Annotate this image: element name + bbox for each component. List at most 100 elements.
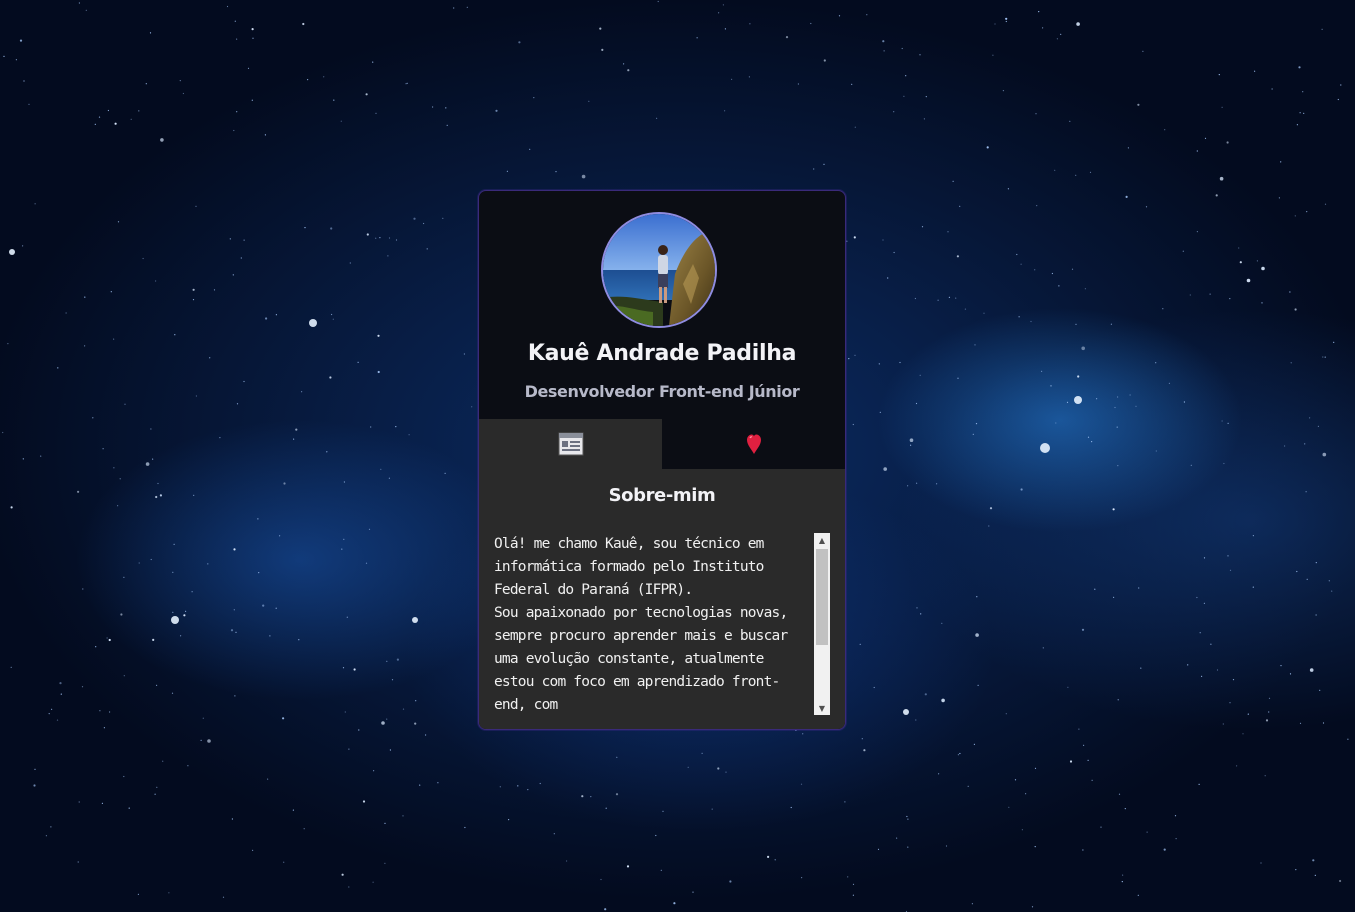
star	[1142, 50, 1144, 53]
star	[326, 451, 328, 453]
star	[252, 37, 254, 39]
about-text[interactable]: Olá! me chamo Kauê, sou técnico em infor…	[494, 533, 799, 711]
star	[207, 739, 211, 743]
star	[1020, 488, 1023, 491]
star	[283, 482, 286, 485]
star	[413, 217, 416, 220]
star	[28, 103, 30, 105]
star	[152, 638, 155, 642]
star	[292, 809, 294, 811]
star	[1289, 291, 1291, 293]
star	[15, 59, 17, 61]
star	[444, 472, 446, 474]
star	[179, 80, 181, 82]
tab-about[interactable]	[479, 419, 662, 469]
star	[113, 338, 115, 340]
star	[1034, 846, 1036, 848]
star	[1140, 667, 1142, 669]
about-scrollbar[interactable]: ▲ ▼	[814, 533, 830, 715]
tab-bar	[479, 419, 845, 469]
star	[275, 607, 277, 609]
star	[229, 238, 231, 240]
star	[899, 361, 901, 364]
star	[1280, 665, 1282, 667]
star	[1030, 320, 1032, 323]
star	[1007, 188, 1010, 190]
star	[883, 50, 885, 52]
star	[964, 308, 967, 310]
star	[1113, 596, 1115, 599]
star	[51, 708, 53, 710]
star	[896, 837, 898, 839]
star	[236, 111, 238, 113]
star	[936, 483, 938, 485]
star	[1252, 535, 1254, 537]
star	[844, 801, 846, 803]
star	[386, 718, 388, 720]
star	[906, 815, 908, 818]
star	[566, 860, 568, 862]
star	[40, 455, 42, 457]
star	[375, 237, 377, 239]
star	[162, 760, 164, 762]
star	[1018, 316, 1020, 318]
star	[1005, 713, 1007, 715]
star	[388, 477, 390, 479]
star	[341, 548, 343, 550]
star	[463, 353, 465, 355]
star	[717, 767, 720, 770]
star	[396, 658, 399, 661]
star	[1309, 417, 1311, 419]
star	[529, 148, 531, 150]
star	[952, 180, 954, 182]
star	[231, 818, 233, 820]
star	[1005, 20, 1007, 23]
star	[50, 826, 52, 828]
star	[1209, 293, 1211, 295]
star	[117, 505, 119, 507]
star	[368, 528, 371, 530]
star	[343, 538, 345, 540]
star	[279, 535, 281, 537]
about-paragraph-1: Olá! me chamo Kauê, sou técnico em infor…	[494, 536, 764, 598]
star	[1100, 826, 1102, 828]
star	[1284, 445, 1286, 447]
star	[1183, 401, 1185, 403]
star	[989, 507, 993, 510]
scroll-down-arrow-icon[interactable]: ▼	[814, 701, 830, 715]
star	[301, 391, 303, 393]
star	[379, 237, 381, 239]
star	[790, 806, 792, 809]
star	[1223, 462, 1225, 465]
scroll-up-arrow-icon[interactable]: ▲	[814, 533, 830, 547]
star	[724, 28, 727, 30]
star	[137, 893, 139, 896]
star	[948, 296, 951, 298]
star	[1081, 346, 1085, 351]
star	[1008, 806, 1010, 808]
star	[101, 802, 103, 805]
star	[1289, 673, 1292, 675]
star	[1295, 869, 1297, 871]
star	[590, 796, 592, 798]
star	[957, 377, 959, 379]
star	[975, 423, 978, 425]
star	[10, 506, 13, 509]
star	[103, 727, 105, 729]
star	[1204, 137, 1207, 139]
star	[627, 69, 630, 72]
star	[150, 558, 152, 561]
star	[994, 23, 996, 25]
star	[1089, 171, 1092, 173]
star	[1034, 767, 1037, 770]
scroll-thumb[interactable]	[816, 549, 828, 645]
star	[7, 343, 9, 345]
star	[724, 110, 726, 112]
star	[1020, 263, 1022, 265]
star	[471, 406, 473, 408]
star	[402, 815, 404, 817]
star	[240, 257, 242, 259]
star	[711, 808, 713, 810]
tab-interests[interactable]	[662, 419, 845, 469]
star	[373, 770, 375, 772]
